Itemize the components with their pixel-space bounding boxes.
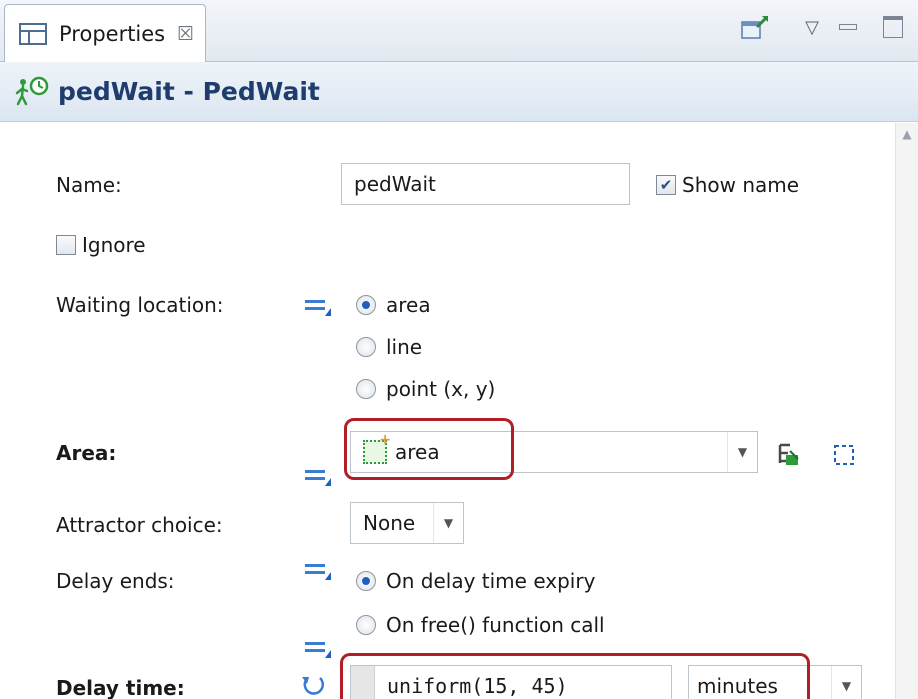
waiting-option-label: area (386, 293, 431, 317)
static-value-icon[interactable] (305, 559, 331, 581)
show-name-checkbox-row[interactable]: ✔ Show name (656, 173, 799, 197)
attractor-choice-label: Attractor choice: (56, 513, 223, 537)
properties-form: Name: pedWait ✔ Show name Ignore Waiting… (0, 123, 894, 699)
select-in-graph-icon[interactable] (776, 441, 804, 467)
attractor-choice-value: None (363, 511, 416, 535)
properties-view-icon (19, 22, 47, 45)
static-value-icon[interactable] (305, 637, 331, 659)
delay-time-label: Delay time: (56, 676, 185, 699)
waiting-location-label: Waiting location: (56, 293, 224, 317)
page-title: pedWait - PedWait (58, 77, 320, 106)
delay-ends-option-label: On delay time expiry (386, 569, 596, 593)
ignore-checkbox-row[interactable]: Ignore (56, 233, 146, 257)
static-value-icon[interactable] (305, 295, 331, 317)
tab-close-icon[interactable]: ☒ (177, 23, 194, 45)
waiting-option-label: point (x, y) (386, 377, 496, 401)
waiting-option-area[interactable]: area (356, 293, 431, 317)
radio-point[interactable] (356, 379, 376, 399)
properties-header: pedWait - PedWait (0, 62, 918, 122)
area-highlight (344, 418, 514, 480)
view-tabbar: Properties ☒ ▽ (0, 0, 918, 62)
radio-line[interactable] (356, 337, 376, 357)
radio-free-call[interactable] (356, 615, 376, 635)
show-name-checkbox[interactable]: ✔ (656, 175, 676, 195)
chevron-down-icon[interactable]: ▼ (831, 666, 861, 699)
delay-time-highlight (340, 653, 810, 699)
name-field[interactable]: pedWait (341, 163, 630, 205)
ignore-label: Ignore (82, 233, 146, 257)
ped-wait-icon (15, 76, 49, 105)
maximize-icon[interactable] (878, 12, 908, 42)
name-label: Name: (56, 173, 122, 197)
radio-area[interactable] (356, 295, 376, 315)
area-label: Area: (56, 441, 117, 465)
attractor-choice-select[interactable]: None ▼ (350, 502, 464, 544)
pin-editor-icon[interactable] (738, 12, 772, 42)
delay-ends-label: Delay ends: (56, 569, 175, 593)
chevron-down-icon[interactable]: ▼ (433, 503, 463, 543)
waiting-option-label: line (386, 335, 423, 359)
dynamic-value-icon[interactable] (300, 672, 328, 698)
show-name-label: Show name (682, 173, 800, 197)
static-value-icon[interactable] (305, 465, 331, 487)
chevron-down-icon[interactable]: ▼ (727, 432, 757, 472)
tab-properties-label: Properties (59, 21, 166, 46)
delay-ends-option-free[interactable]: On free() function call (356, 613, 605, 637)
scroll-up-icon[interactable]: ▲ (896, 123, 918, 145)
view-menu-icon[interactable]: ▽ (800, 12, 824, 42)
radio-delay-expiry[interactable] (356, 571, 376, 591)
delay-ends-option-label: On free() function call (386, 613, 605, 637)
minimize-icon[interactable] (836, 12, 860, 42)
show-area-icon[interactable] (832, 443, 856, 467)
vertical-scrollbar[interactable]: ▲ (895, 123, 918, 699)
delay-ends-option-expiry[interactable]: On delay time expiry (356, 569, 595, 593)
ignore-checkbox[interactable] (56, 235, 76, 255)
tab-properties[interactable]: Properties ☒ (4, 4, 206, 62)
waiting-option-point[interactable]: point (x, y) (356, 377, 495, 401)
waiting-option-line[interactable]: line (356, 335, 422, 359)
